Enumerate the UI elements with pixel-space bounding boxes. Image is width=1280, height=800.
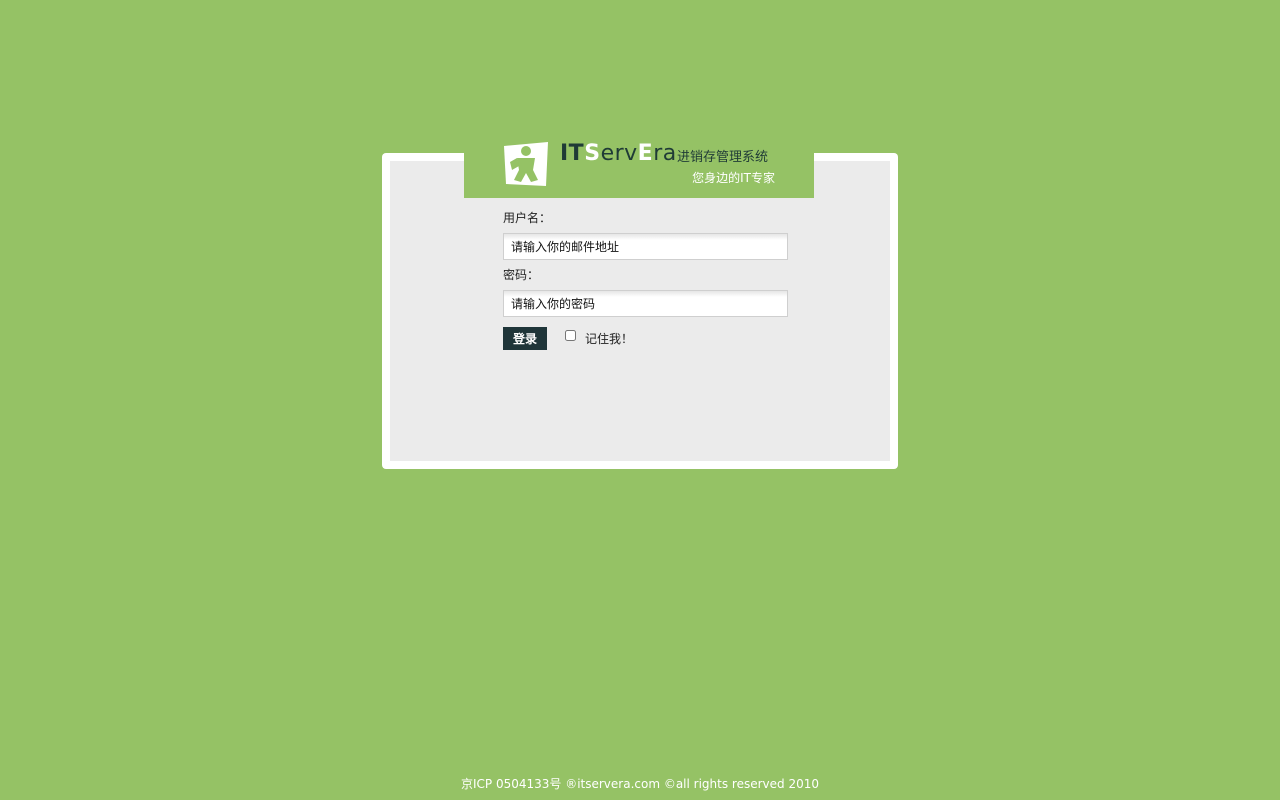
password-input[interactable]: [503, 290, 788, 317]
person-figure-icon: [504, 142, 548, 186]
login-button[interactable]: 登录: [503, 327, 547, 350]
slogan: 您身边的IT专家: [692, 171, 775, 185]
password-label: 密码：: [503, 268, 540, 282]
username-label: 用户名：: [503, 211, 552, 225]
remember-me-label[interactable]: 记住我！: [585, 332, 633, 346]
footer-copyright: 京ICP 0504133号 ®itservera.com ©all rights…: [460, 777, 820, 791]
username-input[interactable]: [503, 233, 788, 260]
remember-me-checkbox[interactable]: [565, 330, 576, 341]
header-banner: ITServEra 进销存管理系统 您身边的IT专家: [464, 131, 814, 198]
login-page: ITServEra 进销存管理系统 您身边的IT专家 用户名： 密码： 登录 记…: [0, 0, 1280, 800]
brand-logo-text: ITServEra: [560, 141, 677, 166]
system-name: 进销存管理系统: [677, 150, 769, 165]
